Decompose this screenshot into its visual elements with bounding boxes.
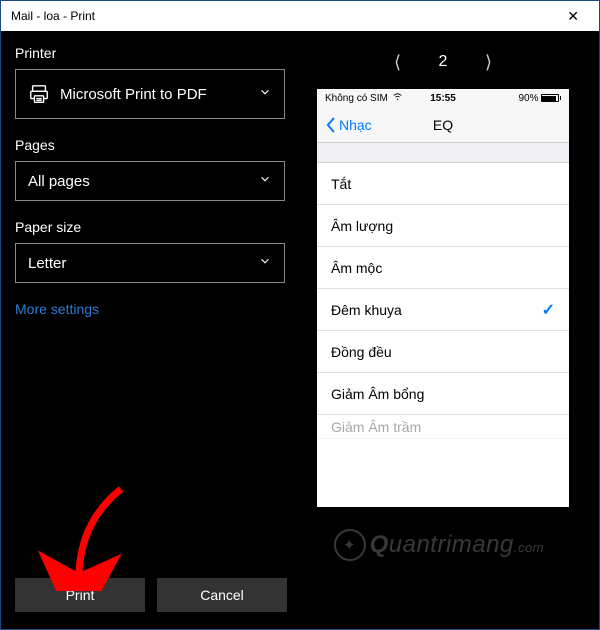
eq-option-row[interactable]: Đồng đều (317, 331, 569, 373)
eq-option-row[interactable]: Âm mộc (317, 247, 569, 289)
eq-option-row[interactable]: Tắt (317, 163, 569, 205)
carrier-text: Không có SIM (325, 93, 388, 104)
eq-option-row[interactable]: Giảm Âm bổng (317, 373, 569, 415)
pages-dropdown[interactable]: All pages (15, 161, 285, 201)
footer: Print Cancel (1, 571, 599, 629)
pager: ⟨ 2 ⟩ (385, 49, 502, 75)
eq-option-label: Âm mộc (331, 260, 382, 276)
eq-option-label: Đêm khuya (331, 302, 402, 318)
eq-list: Tắt Âm lượng Âm mộc Đêm khuya ✓ Đồng đều Giảm … (317, 163, 569, 439)
more-settings-link[interactable]: More settings (15, 301, 285, 317)
chevron-down-icon (258, 85, 272, 103)
battery-icon (541, 94, 562, 102)
ios-nav-bar: Nhạc EQ (317, 107, 569, 143)
cancel-button[interactable]: Cancel (157, 578, 287, 612)
eq-option-label: Đồng đều (331, 344, 392, 360)
dialog-content: Printer Microsoft Print to PDF Pages All… (1, 31, 599, 571)
eq-option-label: Tắt (331, 176, 351, 192)
printer-dropdown[interactable]: Microsoft Print to PDF (15, 69, 285, 119)
pages-label: Pages (15, 137, 285, 153)
pages-value: All pages (28, 173, 90, 190)
page-prev-button[interactable]: ⟨ (385, 49, 411, 75)
eq-option-label: Giảm Âm bổng (331, 386, 424, 402)
papersize-label: Paper size (15, 219, 285, 235)
eq-option-label: Âm lượng (331, 218, 393, 234)
preview-panel: ⟨ 2 ⟩ Không có SIM 15:55 90% Nhạc (301, 43, 585, 559)
eq-option-label: Giảm Âm trầm (331, 419, 421, 435)
papersize-value: Letter (28, 255, 66, 272)
ios-status-bar: Không có SIM 15:55 90% (317, 89, 569, 107)
chevron-down-icon (258, 254, 272, 272)
chevron-down-icon (258, 172, 272, 190)
page-number: 2 (439, 53, 448, 71)
papersize-dropdown[interactable]: Letter (15, 243, 285, 283)
print-button[interactable]: Print (15, 578, 145, 612)
printer-icon (28, 83, 50, 105)
eq-option-row[interactable]: Giảm Âm trầm (317, 415, 569, 439)
printer-value: Microsoft Print to PDF (60, 86, 207, 103)
check-icon: ✓ (542, 300, 555, 320)
window-title: Mail - loa - Print (11, 9, 95, 23)
print-preview: Không có SIM 15:55 90% Nhạc EQ Tắt Âm lượ… (317, 89, 569, 507)
battery-text: 90% (518, 93, 538, 104)
titlebar: Mail - loa - Print ✕ (1, 1, 599, 31)
printer-label: Printer (15, 45, 285, 61)
eq-option-row[interactable]: Âm lượng (317, 205, 569, 247)
wifi-icon (392, 92, 403, 104)
settings-panel: Printer Microsoft Print to PDF Pages All… (15, 43, 285, 559)
section-spacer (317, 143, 569, 163)
close-icon[interactable]: ✕ (557, 8, 589, 25)
eq-option-row[interactable]: Đêm khuya ✓ (317, 289, 569, 331)
ios-nav-title: EQ (317, 117, 569, 133)
page-next-button[interactable]: ⟩ (475, 49, 501, 75)
